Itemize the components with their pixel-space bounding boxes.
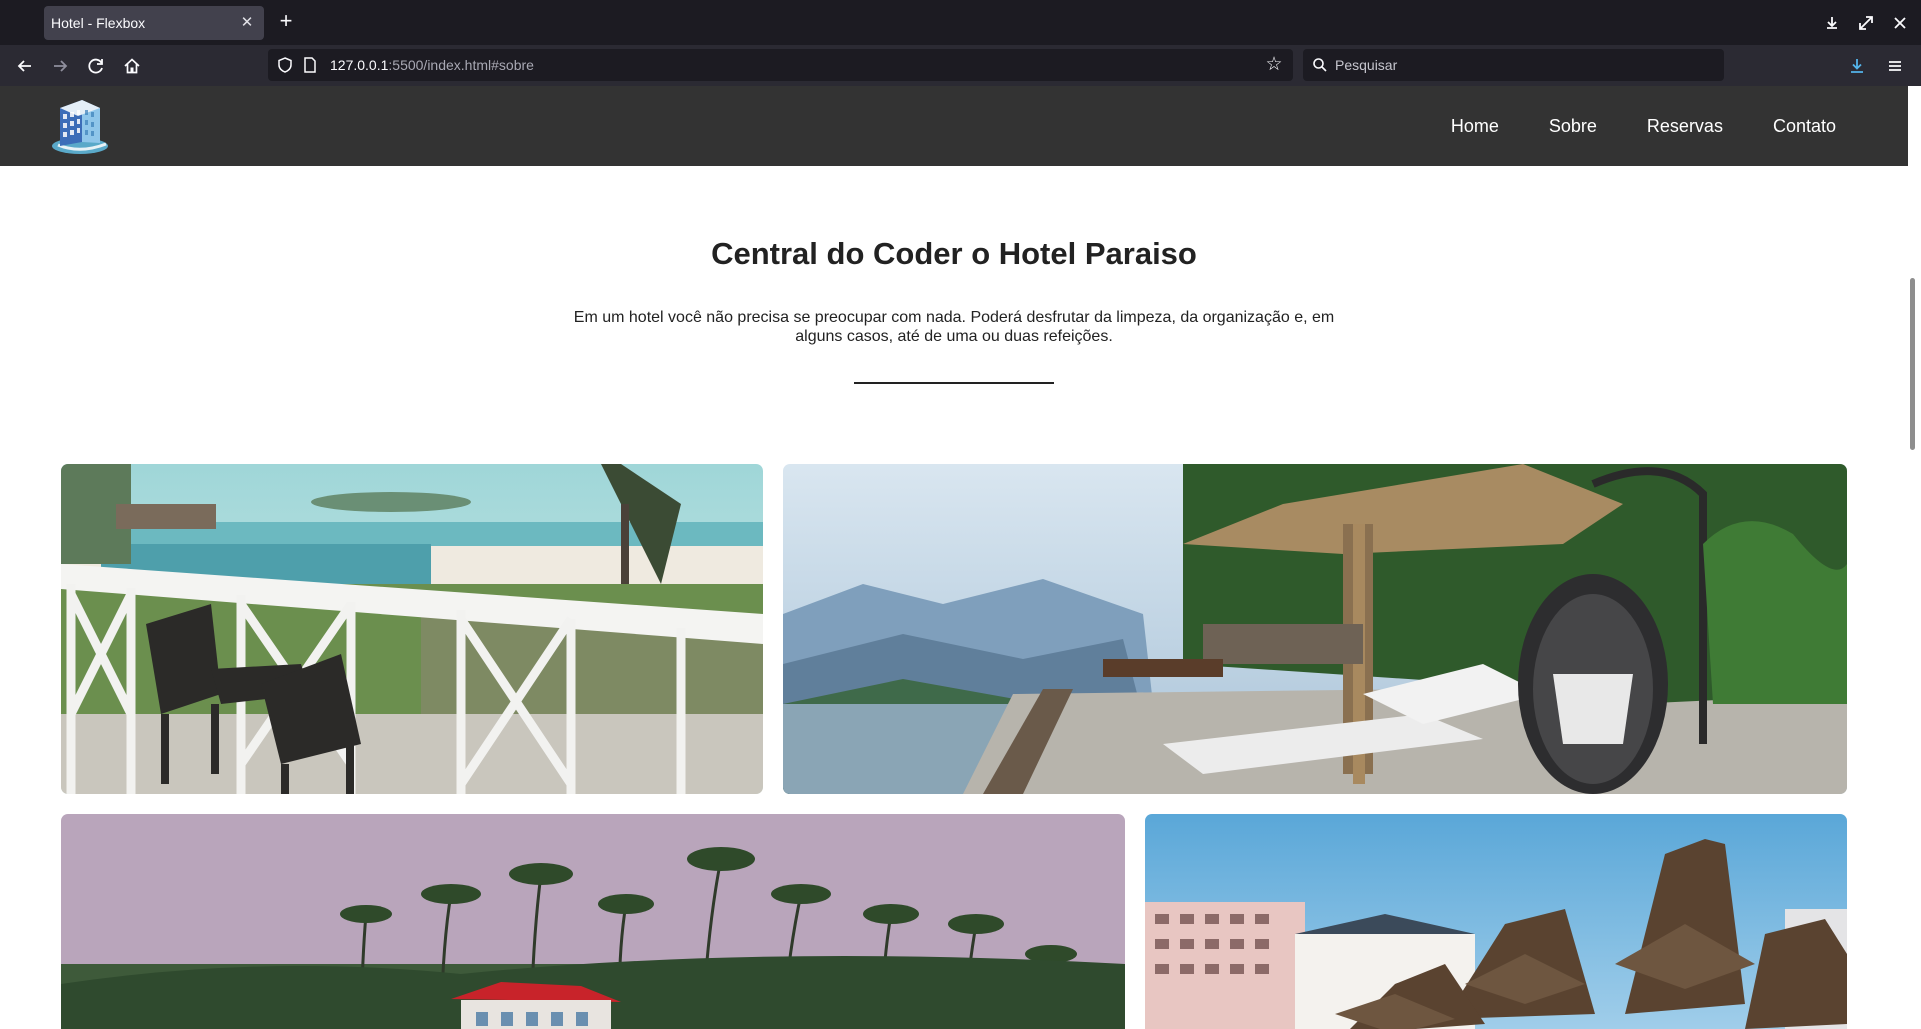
search-bar[interactable]: Pesquisar [1303,49,1724,81]
close-tab-icon[interactable]: ✕ [238,14,256,32]
mountain-terrace-hanging-chair-photo [783,464,1847,794]
hotel-building-logo[interactable] [48,96,112,156]
about-section: Central do Coder o Hotel Paraiso Em um h… [0,166,1908,1029]
bookmark-star-icon[interactable]: ☆ [1263,54,1285,76]
new-tab-icon[interactable]: + [274,10,298,34]
section-divider [854,382,1054,384]
nav-link-home[interactable]: Home [1451,116,1499,137]
search-placeholder: Pesquisar [1335,57,1398,73]
downloads-icon[interactable] [1846,55,1868,77]
browser-tab-active[interactable]: Hotel - Flexbox ✕ [44,6,264,40]
nav-link-reservas[interactable]: Reservas [1647,116,1723,137]
nav-link-sobre[interactable]: Sobre [1549,116,1597,137]
minimize-window-icon[interactable] [1821,12,1843,34]
tab-title: Hotel - Flexbox [51,15,146,31]
reload-icon[interactable] [85,55,107,77]
browser-toolbar: 127.0.0.1:5500/index.html#sobre ☆ Pesqui… [0,45,1921,86]
thatched-umbrellas-hotel-photo [1145,814,1847,1029]
forward-arrow-icon[interactable] [49,55,71,77]
section-title: Central do Coder o Hotel Paraiso [711,236,1197,271]
hamburger-menu-icon[interactable] [1884,55,1906,77]
home-icon[interactable] [121,55,143,77]
url-path: :5500/index.html#sobre [388,57,534,73]
balcony-beach-view-photo [61,464,763,794]
site-header: Home Sobre Reservas Contato [0,86,1908,166]
nav-link-contato[interactable]: Contato [1773,116,1836,137]
palm-trees-resort-photo [61,814,1125,1029]
browser-tab-strip: Hotel - Flexbox ✕ + [0,0,1921,45]
maximize-window-icon[interactable] [1855,12,1877,34]
url-text: 127.0.0.1:5500/index.html#sobre [330,57,534,73]
page-scrollbar-thumb[interactable] [1910,278,1915,450]
address-bar[interactable]: 127.0.0.1:5500/index.html#sobre ☆ [268,49,1293,81]
back-arrow-icon[interactable] [14,55,36,77]
page-scrollbar-track[interactable] [1908,86,1921,1029]
url-host: 127.0.0.1 [330,57,389,73]
page-info-icon[interactable] [302,56,318,74]
site-navigation: Home Sobre Reservas Contato [1451,86,1836,166]
close-window-icon[interactable] [1889,12,1911,34]
section-description: Em um hotel você não precisa se preocupa… [573,309,1335,345]
search-icon [1313,58,1327,72]
tracking-shield-icon[interactable] [276,56,294,74]
